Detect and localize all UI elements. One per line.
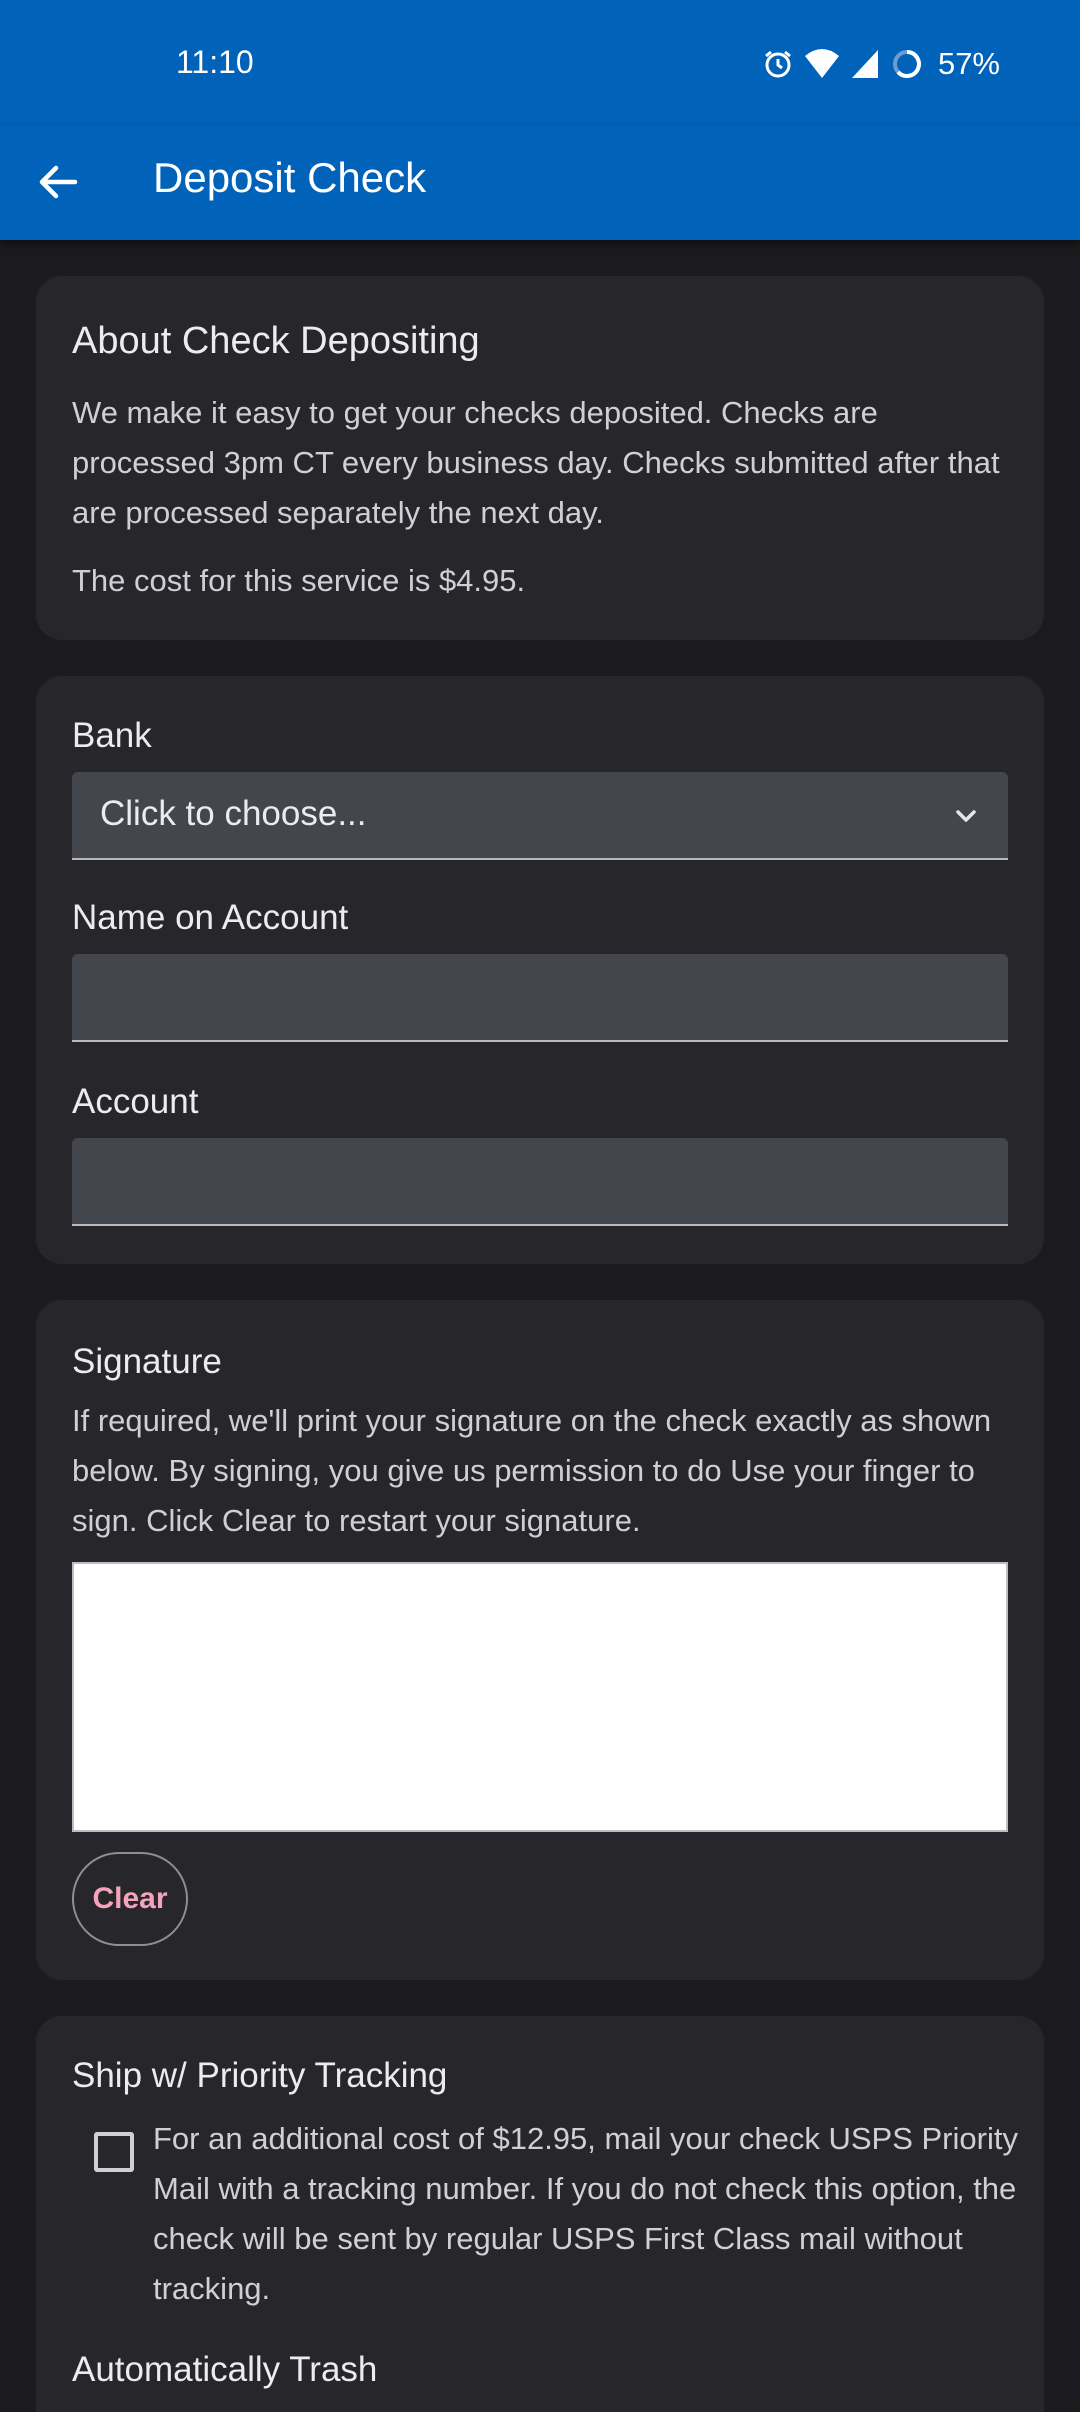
signature-pad[interactable] [72, 1562, 1008, 1832]
battery-percent: 57% [937, 46, 1000, 81]
chevron-down-icon [950, 800, 982, 832]
status-bar: 11:10 57% [0, 0, 1080, 126]
account-label: Account [72, 1082, 199, 1121]
signature-title: Signature [72, 1342, 222, 1381]
wifi-icon [804, 48, 840, 80]
alarm-icon [762, 48, 794, 80]
name-on-account-label: Name on Account [72, 898, 349, 937]
bank-select[interactable]: Click to choose... [72, 772, 1008, 860]
arrow-left-icon [37, 161, 79, 208]
about-card: About Check Depositing We make it easy t… [36, 276, 1044, 640]
account-form-card: Bank Click to choose... Name on Account … [36, 676, 1044, 1264]
app-bar: Deposit Check [0, 126, 1080, 240]
priority-tracking-checkbox[interactable] [94, 2132, 134, 2172]
about-paragraph: We make it easy to get your checks depos… [72, 395, 1000, 530]
automatically-trash-title: Automatically Trash [72, 2350, 378, 2389]
signal-icon [850, 48, 880, 80]
battery-icon [890, 47, 924, 81]
signature-card: Signature If required, we'll print your … [36, 1300, 1044, 1980]
clear-button[interactable]: Clear [72, 1852, 188, 1946]
page-title: Deposit Check [153, 154, 427, 201]
bank-label: Bank [72, 716, 152, 755]
name-on-account-input[interactable] [72, 954, 1008, 1042]
back-button[interactable] [24, 150, 92, 218]
status-icons: 57% [762, 44, 1000, 84]
signature-description: If required, we'll print your signature … [72, 1403, 992, 1538]
shipping-description: For an additional cost of $12.95, mail y… [153, 2121, 1018, 2306]
about-title: About Check Depositing [72, 320, 480, 362]
shipping-title: Ship w/ Priority Tracking [72, 2056, 448, 2095]
shipping-card: Ship w/ Priority Tracking For an additio… [36, 2016, 1044, 2412]
bank-select-value: Click to choose... [100, 794, 367, 833]
account-input[interactable] [72, 1138, 1008, 1226]
service-cost-text: The cost for this service is $4.95. [72, 563, 526, 598]
status-time: 11:10 [176, 44, 254, 80]
